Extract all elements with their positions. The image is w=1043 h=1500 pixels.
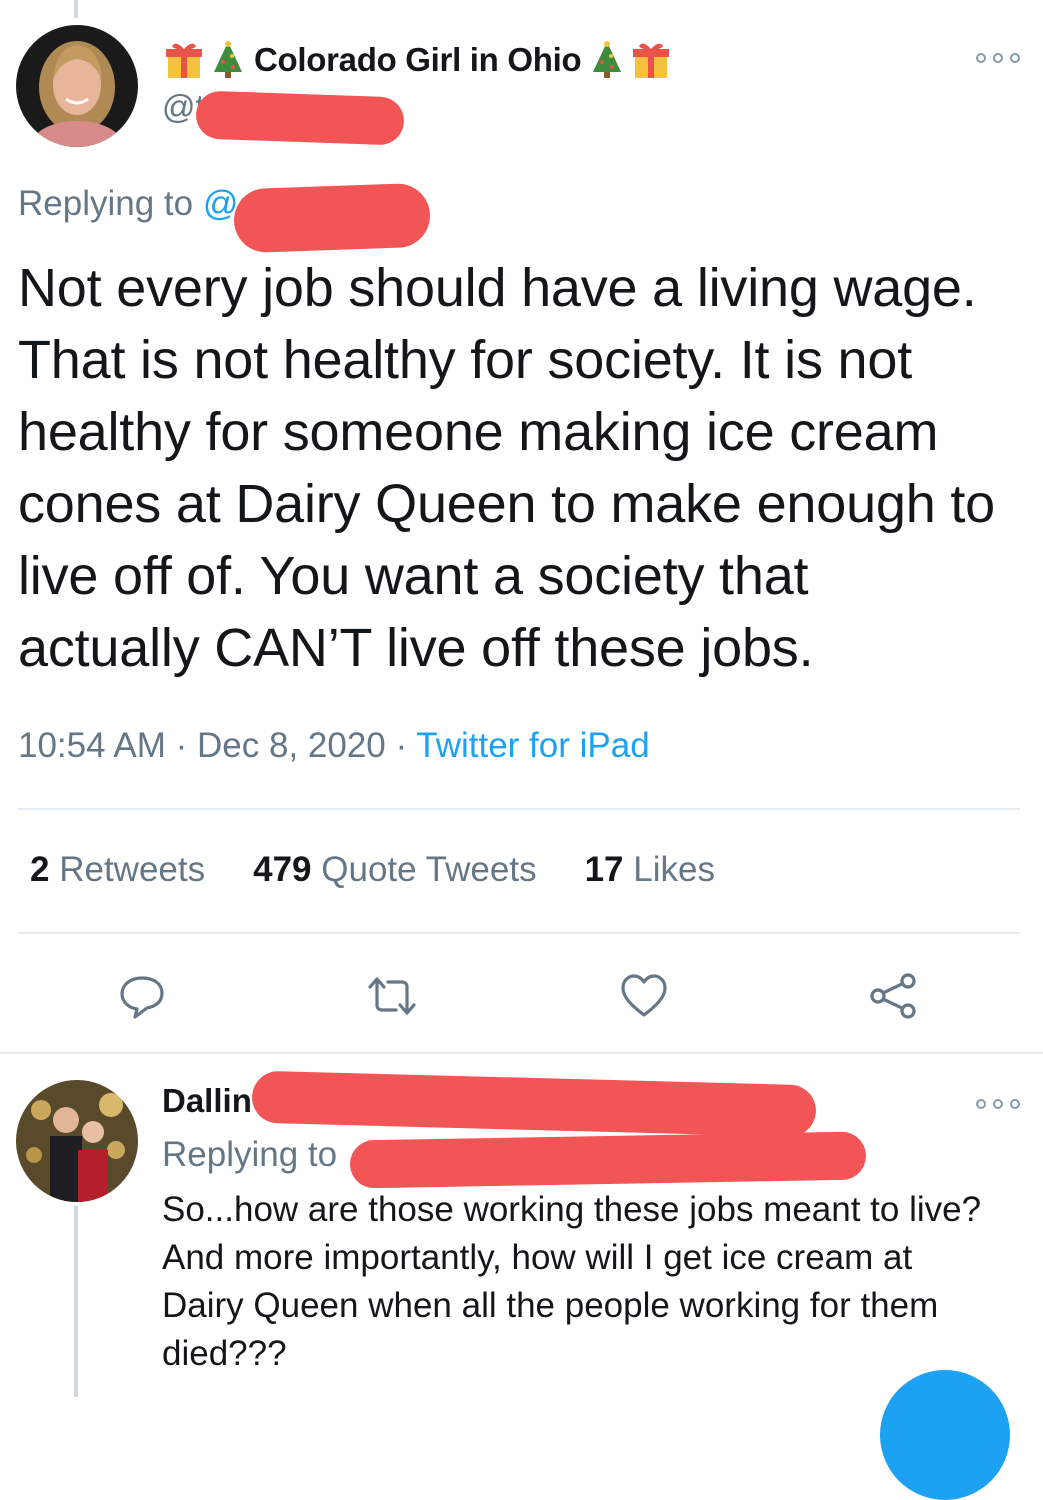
reply-icon <box>120 976 164 1019</box>
reply-text-line: So...how are those working these jobs me… <box>162 1190 982 1229</box>
christmas-tree-icon <box>585 38 629 82</box>
reply-replying-to: Replying to <box>162 1135 337 1175</box>
tweet-text-line: Not every job should have a living wage. <box>18 258 977 318</box>
tweet-meta: 10:54 AM · Dec 8, 2020 · Twitter for iPa… <box>18 726 650 766</box>
likes-count: 17 <box>584 850 624 889</box>
quote-tweets-count: 479 <box>253 850 312 889</box>
avatar[interactable] <box>16 25 138 147</box>
quote-tweets-label: Quote Tweets <box>321 850 537 889</box>
reply-more-options-icon[interactable] <box>976 1094 1020 1114</box>
tweet-date: Dec 8, 2020 <box>197 726 386 765</box>
reply-text-line: died??? <box>162 1334 287 1373</box>
like-icon <box>621 974 667 1017</box>
share-button[interactable] <box>866 968 922 1024</box>
tweet-text-line: actually CAN’T live off these jobs. <box>18 618 814 678</box>
likes-stat[interactable]: 17 Likes <box>585 850 715 890</box>
share-icon <box>870 973 916 1019</box>
reply-text: So...how are those working these jobs me… <box>162 1186 1032 1378</box>
tweet-text-line: live off of. You want a society that <box>18 546 809 606</box>
tweet-stats: 2 Retweets 479 Quote Tweets 17 Likes <box>30 850 763 890</box>
retweet-icon <box>368 977 416 1015</box>
thread-line-bottom <box>74 1206 78 1397</box>
tweet-source[interactable]: Twitter for iPad <box>416 726 649 765</box>
compose-button[interactable] <box>880 1370 1010 1500</box>
redaction-replying <box>232 182 432 254</box>
likes-label: Likes <box>633 850 715 889</box>
tweet-text: Not every job should have a living wage.… <box>18 252 1028 684</box>
meta-separator: · <box>395 726 408 765</box>
divider <box>18 932 1020 934</box>
redaction-handle <box>195 90 405 146</box>
quote-tweets-stat[interactable]: 479 Quote Tweets <box>253 850 536 890</box>
display-name[interactable]: Colorado Girl in Ohio <box>162 38 673 82</box>
reply-avatar[interactable] <box>16 1080 138 1202</box>
tweet-time: 10:54 AM <box>18 726 166 765</box>
thread-line-top <box>74 0 78 18</box>
reply-text-line: Dairy Queen when all the people working … <box>162 1286 939 1325</box>
reply-display-name[interactable]: Dallin <box>162 1082 252 1120</box>
display-name-text: Colorado Girl in Ohio <box>254 41 582 78</box>
retweets-count: 2 <box>30 850 50 889</box>
redaction-reply-replying <box>349 1131 867 1189</box>
replying-label: Replying to <box>18 184 194 223</box>
divider <box>0 1052 1043 1054</box>
more-options-icon[interactable] <box>976 48 1020 68</box>
gift-icon <box>629 38 673 82</box>
christmas-tree-icon <box>206 38 250 82</box>
reply-button[interactable] <box>114 968 170 1024</box>
replying-to: Replying to @e <box>18 184 258 224</box>
reply-replying-label: Replying to <box>162 1135 338 1174</box>
divider <box>18 808 1020 810</box>
tweet-text-line: That is not healthy for society. It is n… <box>18 330 913 390</box>
retweet-button[interactable] <box>364 968 420 1024</box>
retweets-stat[interactable]: 2 Retweets <box>30 850 205 890</box>
reply-text-line: And more importantly, how will I get ice… <box>162 1238 913 1277</box>
retweets-label: Retweets <box>59 850 206 889</box>
tweet-text-line: cones at Dairy Queen to make enough to <box>18 474 996 534</box>
redaction-reply-name <box>251 1070 817 1138</box>
gift-icon <box>162 38 206 82</box>
like-button[interactable] <box>616 968 672 1024</box>
meta-separator: · <box>175 726 188 765</box>
tweet-text-line: healthy for someone making ice cream <box>18 402 939 462</box>
